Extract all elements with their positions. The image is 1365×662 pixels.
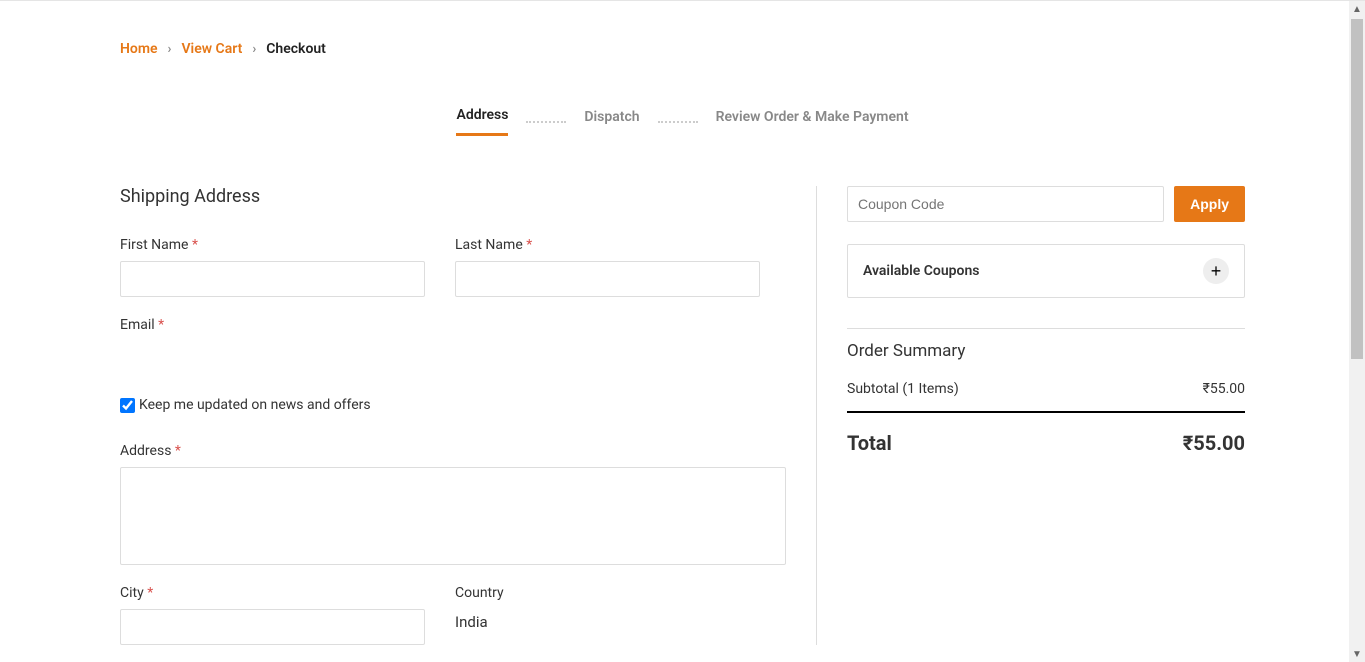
city-input[interactable] (120, 609, 425, 645)
email-label: Email * (120, 317, 786, 333)
country-label: Country (455, 585, 760, 601)
available-coupons-toggle[interactable]: Available Coupons + (847, 244, 1245, 298)
plus-icon[interactable]: + (1203, 258, 1229, 284)
chevron-right-icon: › (168, 42, 172, 57)
scrollbar[interactable]: ▲ ▼ (1349, 1, 1365, 662)
coupon-input[interactable] (847, 186, 1164, 222)
subtotal-value: ₹55.00 (1203, 381, 1245, 397)
breadcrumb-view-cart[interactable]: View Cart (181, 41, 242, 57)
step-address[interactable]: Address (456, 107, 508, 136)
subtotal-label: Subtotal (1 Items) (847, 381, 959, 397)
shipping-title: Shipping Address (120, 186, 786, 207)
order-sidebar: Apply Available Coupons + Order Summary … (847, 186, 1245, 645)
summary-divider (847, 411, 1245, 413)
step-dispatch: Dispatch (584, 109, 639, 135)
last-name-input[interactable] (455, 261, 760, 297)
shipping-address-form: Shipping Address First Name * Last Name … (120, 186, 817, 645)
checkout-steps: Address Dispatch Review Order & Make Pay… (120, 107, 1245, 136)
address-input[interactable] (120, 467, 786, 565)
city-label: City * (120, 585, 425, 601)
breadcrumb-home[interactable]: Home (120, 41, 158, 57)
email-input[interactable] (120, 341, 786, 377)
last-name-label: Last Name * (455, 237, 760, 253)
available-coupons-label: Available Coupons (863, 263, 979, 279)
breadcrumb-current: Checkout (266, 41, 326, 57)
chevron-right-icon: › (252, 42, 256, 57)
apply-coupon-button[interactable]: Apply (1174, 186, 1245, 222)
scroll-up-arrow-icon[interactable]: ▲ (1349, 1, 1365, 17)
first-name-input[interactable] (120, 261, 425, 297)
newsletter-checkbox[interactable] (120, 398, 135, 413)
order-summary-title: Order Summary (847, 328, 1245, 361)
breadcrumb: Home › View Cart › Checkout (120, 41, 1245, 57)
step-review-payment: Review Order & Make Payment (716, 109, 909, 135)
total-label: Total (847, 431, 892, 455)
step-divider (526, 121, 566, 123)
step-divider (658, 121, 698, 123)
country-value: India (455, 609, 760, 631)
scrollbar-thumb[interactable] (1351, 19, 1363, 359)
newsletter-label[interactable]: Keep me updated on news and offers (139, 397, 371, 413)
first-name-label: First Name * (120, 237, 425, 253)
address-label: Address * (120, 443, 786, 459)
total-value: ₹55.00 (1183, 431, 1245, 455)
scroll-down-arrow-icon[interactable]: ▼ (1349, 646, 1365, 662)
